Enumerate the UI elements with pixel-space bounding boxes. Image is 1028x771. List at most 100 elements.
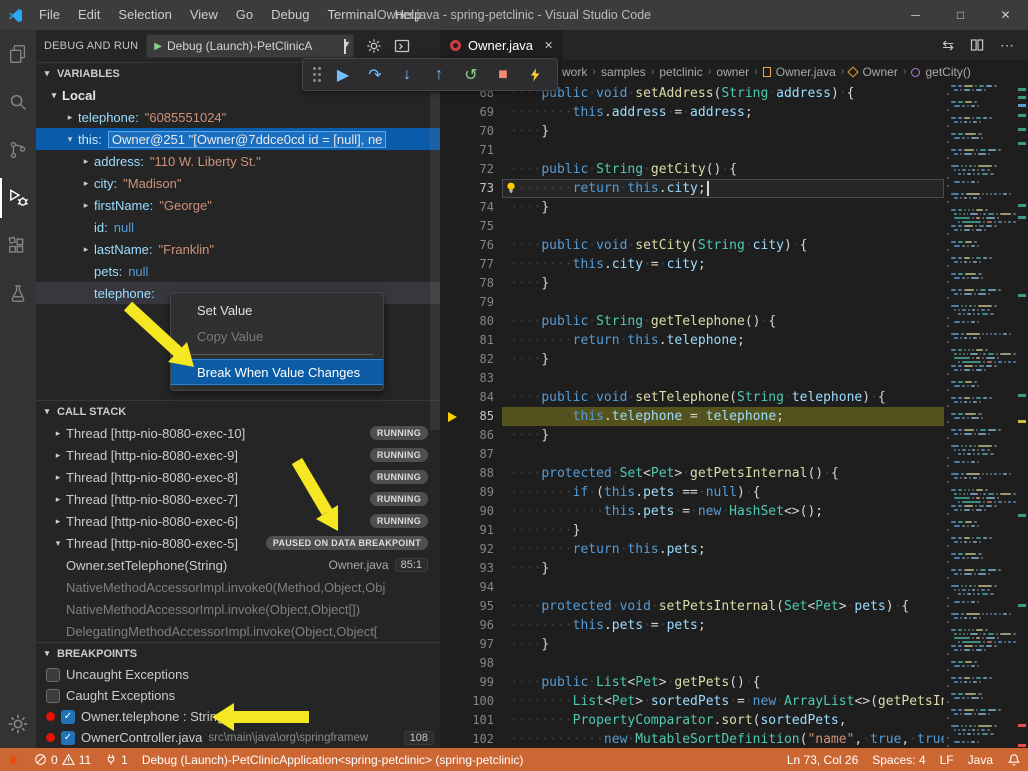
language-mode-status[interactable]: Java bbox=[961, 748, 1000, 771]
call-stack-section-header[interactable]: ▾ CALL STACK bbox=[36, 400, 440, 422]
gutter-glyph[interactable] bbox=[440, 217, 464, 236]
code-line[interactable]: 72····public·String·getCity()·{ bbox=[440, 160, 944, 179]
variable-row[interactable]: pets:null bbox=[36, 260, 440, 282]
code-line[interactable]: 85········this.telephone·=·telephone; bbox=[440, 407, 944, 426]
editor-gutter[interactable]: 102 bbox=[440, 730, 502, 748]
gutter-glyph[interactable] bbox=[440, 198, 464, 217]
debug-session-status[interactable]: Debug (Launch)-PetClinicApplication<spri… bbox=[135, 748, 531, 771]
breadcrumb-item[interactable]: Owner.java bbox=[776, 65, 836, 79]
code-line[interactable]: 70····} bbox=[440, 122, 944, 141]
breadcrumb-item[interactable]: getCity() bbox=[925, 65, 970, 79]
gutter-glyph[interactable] bbox=[440, 445, 464, 464]
call-stack-thread-row[interactable]: ▸Thread [http-nio-8080-exec-6]RUNNING bbox=[36, 510, 440, 532]
extensions-icon[interactable] bbox=[0, 222, 36, 270]
breakpoints-section-header[interactable]: ▾ BREAKPOINTS bbox=[36, 642, 440, 664]
breadcrumb-item[interactable]: Owner bbox=[862, 65, 897, 79]
menu-selection[interactable]: Selection bbox=[109, 0, 180, 30]
editor-gutter[interactable]: 72 bbox=[440, 160, 502, 179]
editor-gutter[interactable]: 85 bbox=[440, 407, 502, 426]
code-line[interactable]: 91········} bbox=[440, 521, 944, 540]
editor-gutter[interactable]: 90 bbox=[440, 502, 502, 521]
gutter-glyph[interactable] bbox=[440, 293, 464, 312]
testing-icon[interactable] bbox=[0, 270, 36, 318]
gutter-glyph[interactable] bbox=[440, 236, 464, 255]
call-stack-thread-row[interactable]: ▸Thread [http-nio-8080-exec-10]RUNNING bbox=[36, 422, 440, 444]
editor-gutter[interactable]: 71 bbox=[440, 141, 502, 160]
step-out-button[interactable]: ↑ bbox=[425, 61, 453, 89]
more-actions-icon[interactable]: ⋯ bbox=[1000, 37, 1014, 54]
editor-gutter[interactable]: 100 bbox=[440, 692, 502, 711]
search-icon[interactable] bbox=[0, 78, 36, 126]
code-line[interactable]: 79 bbox=[440, 293, 944, 312]
start-debug-icon[interactable]: ▶ bbox=[154, 41, 162, 52]
editor-gutter[interactable]: 88 bbox=[440, 464, 502, 483]
editor-gutter[interactable]: 83 bbox=[440, 369, 502, 388]
stack-frame-row[interactable]: NativeMethodAccessorImpl.invoke0(Method,… bbox=[36, 576, 440, 598]
variable-row[interactable]: ▸telephone:"6085551024" bbox=[36, 106, 440, 128]
gutter-glyph[interactable] bbox=[440, 578, 464, 597]
gutter-glyph[interactable] bbox=[440, 331, 464, 350]
editor-gutter[interactable]: 73 bbox=[440, 179, 502, 198]
editor-gutter[interactable]: 92 bbox=[440, 540, 502, 559]
breakpoint-checkbox[interactable]: ✓ bbox=[61, 710, 75, 724]
code-line[interactable]: 75 bbox=[440, 217, 944, 236]
call-stack-thread-row[interactable]: ▾Thread [http-nio-8080-exec-5]PAUSED ON … bbox=[36, 532, 440, 554]
gutter-glyph[interactable] bbox=[440, 597, 464, 616]
hot-code-replace-button[interactable] bbox=[521, 61, 549, 89]
drag-handle-icon[interactable] bbox=[311, 61, 325, 89]
editor-gutter[interactable]: 84 bbox=[440, 388, 502, 407]
gutter-glyph[interactable] bbox=[440, 388, 464, 407]
gutter-glyph[interactable] bbox=[440, 616, 464, 635]
close-window-button[interactable]: ✕ bbox=[983, 0, 1028, 30]
cursor-position-status[interactable]: Ln 73, Col 26 bbox=[780, 748, 865, 771]
step-over-button[interactable]: ↷ bbox=[361, 61, 389, 89]
gutter-glyph[interactable] bbox=[440, 312, 464, 331]
code-line[interactable]: 102············new·MutableSortDefinition… bbox=[440, 730, 944, 748]
flame-status-icon[interactable] bbox=[0, 748, 27, 771]
editor-gutter[interactable]: 79 bbox=[440, 293, 502, 312]
paused-frame-indicator-icon[interactable] bbox=[440, 407, 464, 426]
gutter-glyph[interactable] bbox=[440, 122, 464, 141]
eol-status[interactable]: LF bbox=[933, 748, 961, 771]
editor-gutter[interactable]: 76 bbox=[440, 236, 502, 255]
settings-gear-icon[interactable] bbox=[0, 700, 36, 748]
code-line[interactable]: 73········return·this.city; bbox=[440, 179, 944, 198]
gutter-glyph[interactable] bbox=[440, 426, 464, 445]
variable-row[interactable]: ▸firstName:"George" bbox=[36, 194, 440, 216]
editor-gutter[interactable]: 77 bbox=[440, 255, 502, 274]
code-line[interactable]: 100········List<Pet>·sortedPets·=·new·Ar… bbox=[440, 692, 944, 711]
breakpoint-row[interactable]: ✓OwnerController.javasrc\main\java\org\s… bbox=[36, 727, 440, 748]
breakpoint-row[interactable]: Caught Exceptions bbox=[36, 685, 440, 706]
explorer-icon[interactable] bbox=[0, 30, 36, 78]
code-line[interactable]: 82····} bbox=[440, 350, 944, 369]
code-line[interactable]: 92········return·this.pets; bbox=[440, 540, 944, 559]
menu-edit[interactable]: Edit bbox=[69, 0, 109, 30]
gutter-glyph[interactable] bbox=[440, 559, 464, 578]
menu-go[interactable]: Go bbox=[227, 0, 262, 30]
breakpoint-row[interactable]: Uncaught Exceptions bbox=[36, 664, 440, 685]
editor-gutter[interactable]: 93 bbox=[440, 559, 502, 578]
stack-frame-row[interactable]: Owner.setTelephone(String)Owner.java85:1 bbox=[36, 554, 440, 576]
editor-gutter[interactable]: 95 bbox=[440, 597, 502, 616]
gutter-glyph[interactable] bbox=[440, 502, 464, 521]
variable-row[interactable]: ▸lastName:"Franklin" bbox=[36, 238, 440, 260]
notifications-bell-icon[interactable] bbox=[1000, 748, 1028, 771]
run-and-debug-icon[interactable] bbox=[0, 174, 36, 222]
call-stack-thread-row[interactable]: ▸Thread [http-nio-8080-exec-8]RUNNING bbox=[36, 466, 440, 488]
menu-file[interactable]: File bbox=[30, 0, 69, 30]
gutter-glyph[interactable] bbox=[440, 274, 464, 293]
editor-gutter[interactable]: 81 bbox=[440, 331, 502, 350]
context-menu-item[interactable]: Set Value bbox=[171, 298, 383, 324]
step-into-button[interactable]: ↓ bbox=[393, 61, 421, 89]
code-line[interactable]: 84····public·void·setTelephone(String·te… bbox=[440, 388, 944, 407]
gutter-glyph[interactable] bbox=[440, 464, 464, 483]
context-menu-item[interactable]: Copy Value bbox=[171, 324, 383, 350]
breadcrumb-item[interactable]: petclinic bbox=[659, 65, 702, 79]
code-line[interactable]: 80····public·String·getTelephone()·{ bbox=[440, 312, 944, 331]
menu-terminal[interactable]: Terminal bbox=[318, 0, 385, 30]
code-line[interactable]: 96········this.pets·=·pets; bbox=[440, 616, 944, 635]
code-line[interactable]: 90············this.pets·=·new·HashSet<>(… bbox=[440, 502, 944, 521]
sidebar-scrollbar[interactable] bbox=[430, 92, 440, 430]
code-line[interactable]: 94 bbox=[440, 578, 944, 597]
editor-gutter[interactable]: 69 bbox=[440, 103, 502, 122]
